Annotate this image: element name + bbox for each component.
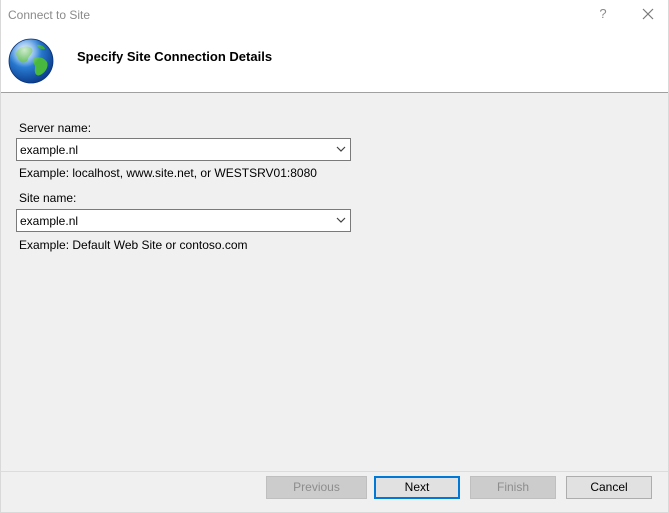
wizard-header: Specify Site Connection Details bbox=[1, 30, 668, 93]
close-button[interactable] bbox=[637, 4, 659, 24]
cancel-button[interactable]: Cancel bbox=[566, 476, 652, 499]
site-name-label: Site name: bbox=[19, 191, 77, 205]
finish-button[interactable]: Finish bbox=[470, 476, 556, 499]
server-name-example: Example: localhost, www.site.net, or WES… bbox=[19, 166, 317, 180]
previous-button[interactable]: Previous bbox=[266, 476, 367, 499]
site-name-example: Example: Default Web Site or contoso.com bbox=[19, 238, 248, 252]
help-button[interactable]: ? bbox=[593, 4, 613, 24]
server-name-label: Server name: bbox=[19, 121, 92, 135]
connect-to-site-dialog: Connect to Site ? Specify Site Connectio… bbox=[0, 0, 669, 513]
footer-divider bbox=[1, 471, 668, 472]
globe-icon bbox=[8, 38, 54, 84]
window-title: Connect to Site bbox=[8, 8, 91, 22]
site-name-combobox[interactable]: example.nl bbox=[16, 209, 351, 232]
close-icon bbox=[642, 8, 654, 20]
title-bar: Connect to Site ? bbox=[1, 0, 668, 30]
page-title: Specify Site Connection Details bbox=[77, 49, 273, 64]
server-name-combobox[interactable]: example.nl bbox=[16, 138, 351, 161]
site-name-value: example.nl bbox=[20, 214, 79, 228]
chevron-down-icon[interactable] bbox=[336, 216, 346, 224]
chevron-down-icon[interactable] bbox=[336, 145, 346, 153]
next-button[interactable]: Next bbox=[374, 476, 460, 499]
server-name-value: example.nl bbox=[20, 143, 79, 157]
